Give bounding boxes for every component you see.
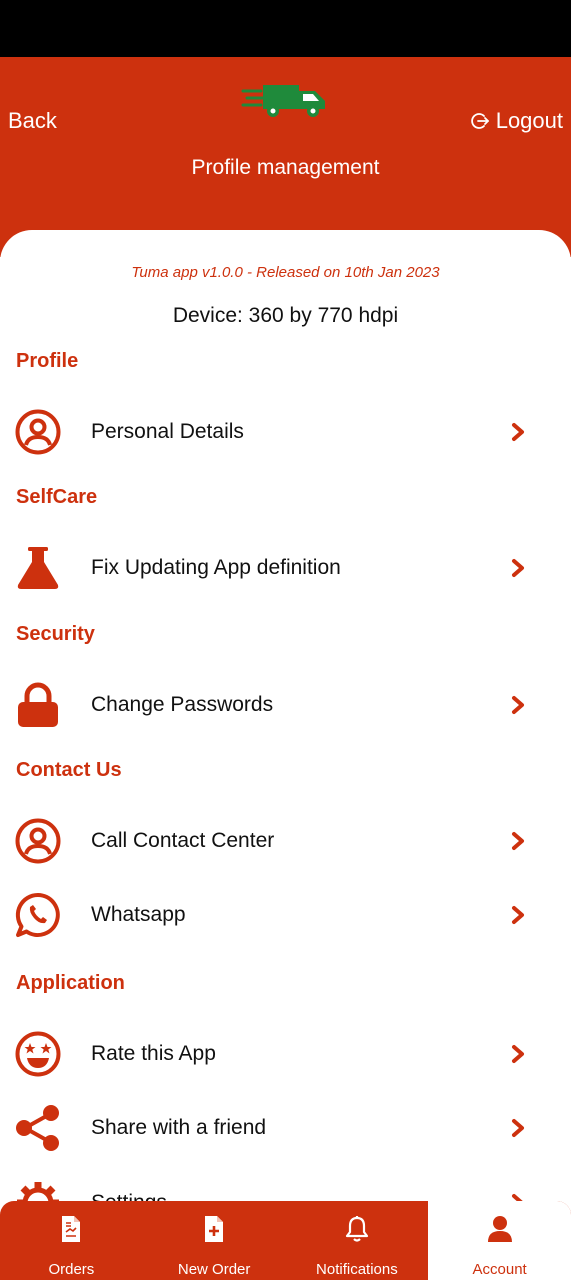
menu-label: Personal Details <box>91 420 244 443</box>
chevron-right-icon <box>512 696 524 714</box>
menu-fix-updating[interactable]: Fix Updating App definition <box>0 540 571 596</box>
file-plus-icon <box>205 1216 224 1242</box>
nav-notifications[interactable]: Notifications <box>286 1201 429 1280</box>
logout-label: Logout <box>495 108 563 133</box>
menu-label: Share with a friend <box>91 1116 267 1139</box>
star-eyes-smile-icon <box>14 1030 62 1078</box>
chevron-right-icon <box>512 832 524 850</box>
whatsapp-icon <box>14 891 62 939</box>
app-version: Tuma app v1.0.0 - Released on 10th Jan 2… <box>131 264 440 281</box>
menu-label: Fix Updating App definition <box>91 556 341 579</box>
flask-icon <box>14 544 62 592</box>
status-bar <box>0 0 571 57</box>
menu-change-passwords[interactable]: Change Passwords <box>0 677 571 733</box>
nav-account[interactable]: Account <box>428 1201 571 1280</box>
device-info: Device: 360 by 770 hdpi <box>172 304 399 327</box>
profile-content: Tuma app v1.0.0 - Released on 10th Jan 2… <box>0 230 571 1230</box>
menu-call-center[interactable]: Call Contact Center <box>0 813 571 869</box>
menu-share[interactable]: Share with a friend <box>0 1100 571 1156</box>
file-invoice-icon <box>62 1216 81 1242</box>
section-security: Security <box>16 623 95 645</box>
menu-label: Change Passwords <box>91 693 274 716</box>
nav-new-order[interactable]: New Order <box>143 1201 286 1280</box>
menu-label: Whatsapp <box>91 903 186 926</box>
chevron-right-icon <box>512 423 524 441</box>
nav-label: New Order <box>177 1261 251 1278</box>
lock-icon <box>14 681 62 729</box>
logout-button[interactable]: Logout <box>470 108 563 134</box>
nav-label: Account <box>472 1261 527 1278</box>
truck-logo-icon <box>241 85 325 117</box>
bottom-navigation: Orders New Order Notifications Account <box>0 1201 571 1280</box>
bell-icon <box>345 1216 368 1242</box>
chevron-right-icon <box>512 1045 524 1063</box>
section-selfcare: SelfCare <box>16 486 98 508</box>
nav-orders[interactable]: Orders <box>0 1201 143 1280</box>
nav-label: Notifications <box>316 1261 398 1278</box>
section-contact: Contact Us <box>16 759 122 781</box>
back-button[interactable]: Back <box>8 108 57 134</box>
user-circle-icon <box>14 817 62 865</box>
section-profile: Profile <box>16 350 79 372</box>
chevron-right-icon <box>512 1119 524 1137</box>
app-header: Back Logout Profile management <box>0 57 571 257</box>
nav-label: Orders <box>48 1261 95 1278</box>
share-icon <box>14 1104 62 1152</box>
page-title: Profile management <box>191 156 380 179</box>
menu-label: Rate this App <box>91 1042 216 1065</box>
menu-label: Call Contact Center <box>91 829 275 852</box>
section-application: Application <box>16 972 125 994</box>
user-circle-icon <box>14 408 62 456</box>
logout-icon <box>470 113 489 129</box>
menu-whatsapp[interactable]: Whatsapp <box>0 887 571 943</box>
chevron-right-icon <box>512 906 524 924</box>
chevron-right-icon <box>512 559 524 577</box>
menu-personal-details[interactable]: Personal Details <box>0 404 571 460</box>
menu-rate-app[interactable]: Rate this App <box>0 1026 571 1082</box>
user-icon <box>487 1216 512 1242</box>
